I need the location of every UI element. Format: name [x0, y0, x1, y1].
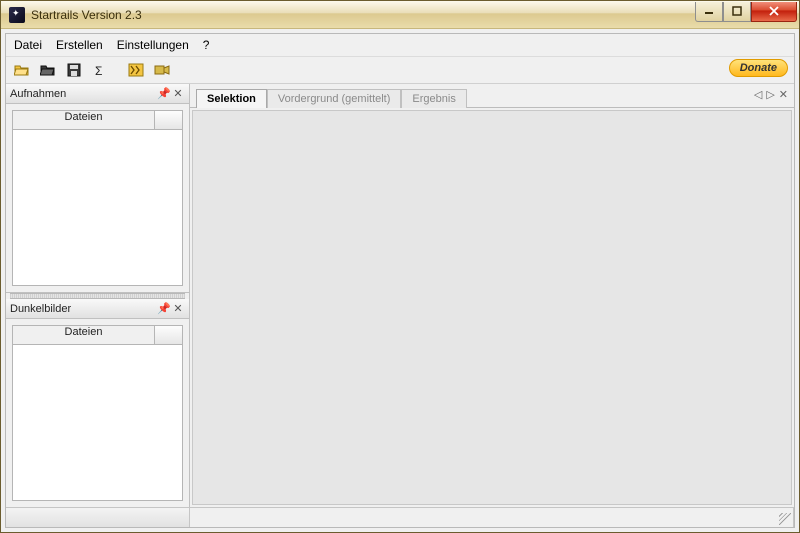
open-folder-icon[interactable] [12, 60, 32, 80]
window-title: Startrails Version 2.3 [31, 8, 695, 22]
column-header-spacer[interactable] [155, 325, 183, 345]
open-dark-folder-icon[interactable] [38, 60, 58, 80]
darkframes-title: Dunkelbilder [10, 303, 157, 315]
workspace: Aufnahmen 📌 ✕ Dateien Dunkelbilder 📌 [6, 84, 794, 507]
tab-foreground[interactable]: Vordergrund (gemittelt) [267, 89, 402, 108]
window-controls [695, 2, 797, 22]
resize-grip-icon[interactable] [779, 513, 791, 525]
close-icon[interactable]: ✕ [171, 302, 185, 315]
tab-selection[interactable]: Selektion [196, 89, 267, 108]
tabstrip-nav: ◁ ▷ ✕ [754, 88, 788, 101]
sigma-icon[interactable]: Σ [90, 60, 110, 80]
tab-next-icon[interactable]: ▷ [766, 88, 774, 101]
save-icon[interactable] [64, 60, 84, 80]
lightframes-list[interactable] [12, 130, 183, 286]
tabstrip: Selektion Vordergrund (gemittelt) Ergebn… [190, 84, 794, 108]
lightframes-header[interactable]: Aufnahmen 📌 ✕ [6, 84, 189, 104]
darkframes-columns: Dateien [12, 325, 183, 345]
column-header-files[interactable]: Dateien [12, 325, 155, 345]
status-main [190, 508, 794, 527]
image-canvas[interactable] [192, 110, 792, 505]
svg-text:Σ: Σ [95, 64, 102, 77]
tab-close-icon[interactable]: ✕ [779, 88, 788, 101]
column-header-files[interactable]: Dateien [12, 110, 155, 130]
pin-icon[interactable]: 📌 [157, 87, 171, 100]
lightframes-panel: Aufnahmen 📌 ✕ Dateien [6, 84, 189, 293]
close-icon[interactable]: ✕ [171, 87, 185, 100]
main-area: Selektion Vordergrund (gemittelt) Ergebn… [190, 84, 794, 507]
darkframes-panel: Dunkelbilder 📌 ✕ Dateien [6, 299, 189, 507]
titlebar[interactable]: Startrails Version 2.3 [1, 1, 799, 29]
menu-file[interactable]: Datei [14, 38, 42, 52]
menu-settings[interactable]: Einstellungen [117, 38, 189, 52]
toolbar: Σ Donate [6, 57, 794, 84]
darkframes-list[interactable] [12, 345, 183, 501]
client-area: Datei Erstellen Einstellungen ? Σ [5, 33, 795, 528]
menu-help[interactable]: ? [203, 38, 210, 52]
app-window: Startrails Version 2.3 Datei Erstellen E… [0, 0, 800, 533]
pin-icon[interactable]: 📌 [157, 302, 171, 315]
status-left [6, 508, 190, 527]
close-button[interactable] [751, 2, 797, 22]
darkframes-header[interactable]: Dunkelbilder 📌 ✕ [6, 299, 189, 319]
sidebar: Aufnahmen 📌 ✕ Dateien Dunkelbilder 📌 [6, 84, 190, 507]
tab-prev-icon[interactable]: ◁ [754, 88, 762, 101]
donate-button[interactable]: Donate [729, 59, 788, 77]
menu-create[interactable]: Erstellen [56, 38, 103, 52]
process-icon[interactable] [126, 60, 146, 80]
maximize-button[interactable] [723, 2, 751, 22]
minimize-button[interactable] [695, 2, 723, 22]
menubar: Datei Erstellen Einstellungen ? [6, 34, 794, 57]
tab-result[interactable]: Ergebnis [401, 89, 466, 108]
column-header-spacer[interactable] [155, 110, 183, 130]
lightframes-columns: Dateien [12, 110, 183, 130]
video-icon[interactable] [152, 60, 172, 80]
lightframes-title: Aufnahmen [10, 88, 157, 100]
app-icon [9, 7, 25, 23]
statusbar [6, 507, 794, 527]
